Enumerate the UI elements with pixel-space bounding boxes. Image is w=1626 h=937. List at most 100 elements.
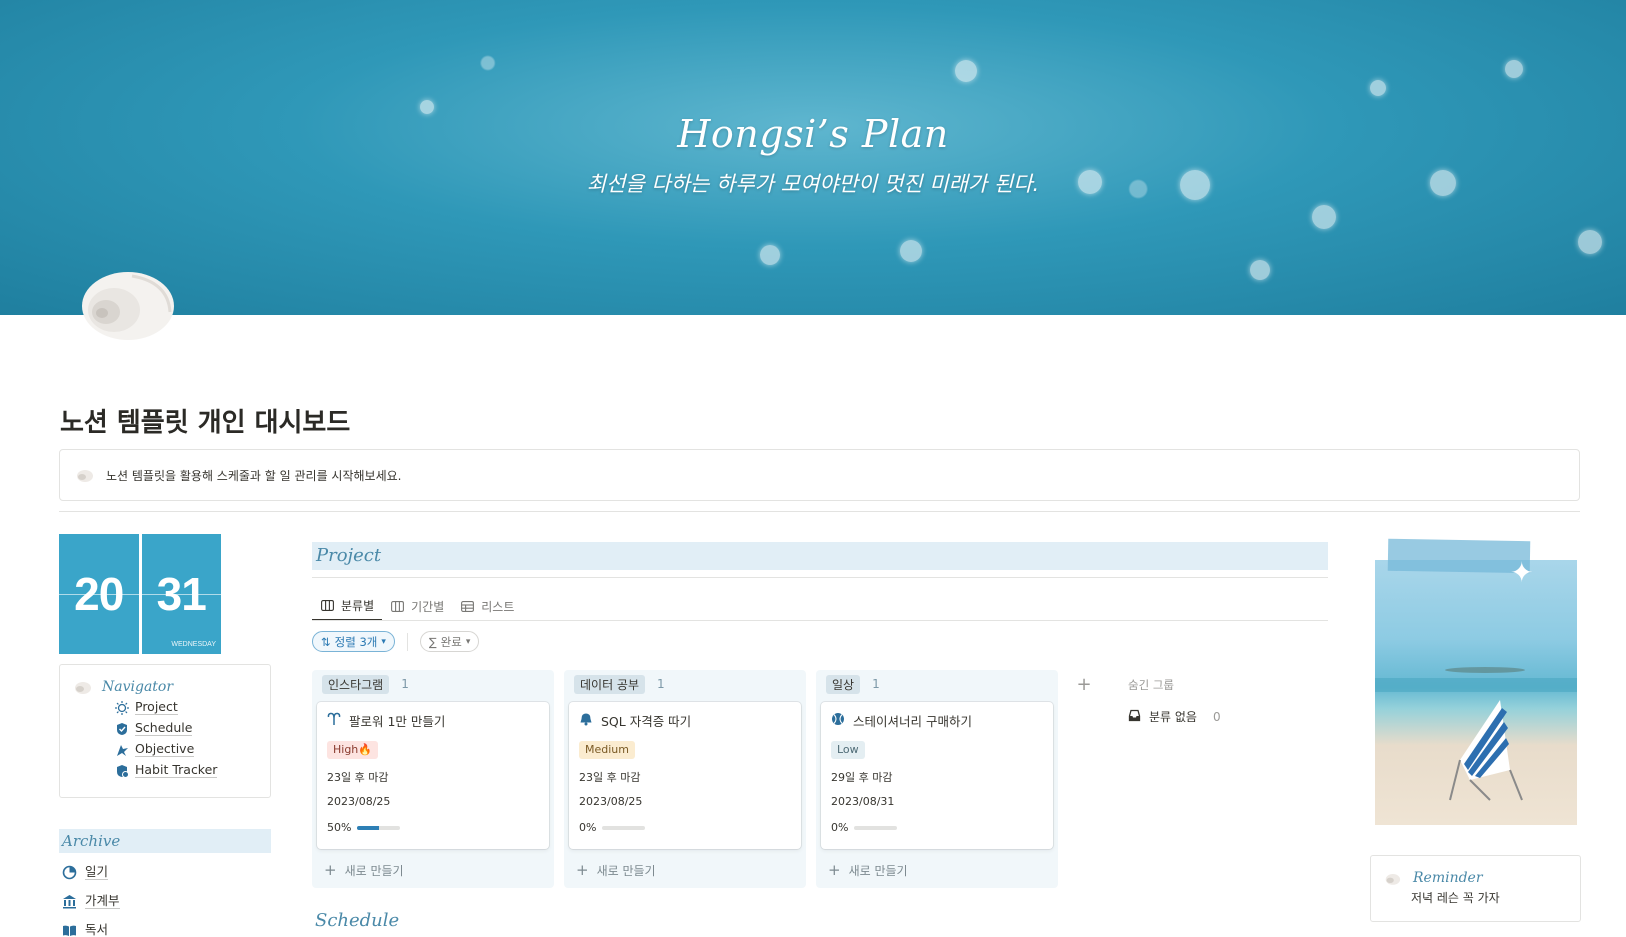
project-card[interactable]: 팔로워 1만 만들기 High🔥 23일 후 마감 2023/08/25 50% xyxy=(317,702,549,849)
column-count: 1 xyxy=(657,677,665,691)
priority-badge: Medium xyxy=(579,741,635,759)
project-heading: Project xyxy=(312,542,1328,570)
archive-item-ledger[interactable]: 가계부 xyxy=(62,887,120,916)
progress-bar xyxy=(602,825,646,830)
clock-day: WEDNESDAY xyxy=(171,641,216,648)
add-group-button[interactable]: + xyxy=(1071,672,1097,698)
tab-list[interactable]: 리스트 xyxy=(452,591,522,621)
ball-icon xyxy=(831,712,845,729)
hidden-groups-label: 숨긴 그룹 xyxy=(1128,678,1174,692)
new-card-button[interactable]: + 새로 만들기 xyxy=(312,861,554,879)
nav-label: Habit Tracker xyxy=(135,762,218,778)
clock-hour: 20 xyxy=(59,534,139,654)
new-card-button[interactable]: + 새로 만들기 xyxy=(564,861,806,879)
clock-minute-text: 31 xyxy=(156,568,207,620)
tab-by-category[interactable]: 분류별 xyxy=(312,591,383,621)
clock-widget[interactable]: 20 31 WEDNESDAY xyxy=(59,534,221,654)
progress-row: 0% xyxy=(579,821,791,834)
reminder-callout: Reminder 저녁 레슨 꼭 가자 xyxy=(1370,855,1581,922)
cover-subtitle: 최선을 다하는 하루가 모여야만이 멋진 미래가 된다. xyxy=(586,172,1040,196)
priority-badge: Low xyxy=(831,741,865,759)
bokeh xyxy=(1370,80,1386,96)
washi-tape xyxy=(1387,538,1531,574)
nav-label: Project xyxy=(135,699,178,715)
schedule-heading: Schedule xyxy=(315,910,400,931)
clock-hour-text: 20 xyxy=(74,568,124,620)
card-title: SQL 자격증 따기 xyxy=(601,714,692,729)
page-title: 노션 템플릿 개인 대시보드 xyxy=(60,408,351,438)
bokeh xyxy=(1250,260,1270,280)
aries-icon xyxy=(327,712,341,729)
divider xyxy=(406,632,408,651)
beach-photo xyxy=(1375,560,1577,825)
column-tag[interactable]: 일상 xyxy=(826,674,861,694)
sort-icon: ⇅ xyxy=(321,634,331,649)
board-icon xyxy=(320,598,335,613)
sort-button[interactable]: ⇅ 정렬 3개 ▾ xyxy=(312,631,395,652)
filter-complete-button[interactable]: ∑ 완료 ▾ xyxy=(419,631,480,652)
project-card[interactable]: 스테이셔너리 구매하기 Low 29일 후 마감 2023/08/31 0% xyxy=(821,702,1053,849)
no-category-count: 0 xyxy=(1212,709,1221,724)
new-label: 새로 만들기 xyxy=(344,863,404,878)
chevron-down-icon: ▾ xyxy=(465,636,471,647)
board-icon xyxy=(390,599,405,614)
nav-item-schedule[interactable]: Schedule xyxy=(114,718,258,739)
project-card[interactable]: SQL 자격증 따기 Medium 23일 후 마감 2023/08/25 0% xyxy=(569,702,801,849)
column-count: 1 xyxy=(401,677,409,691)
progress-fill xyxy=(357,825,379,830)
bokeh xyxy=(955,60,977,82)
sigma-icon: ∑ xyxy=(428,634,437,649)
archive-item-diary[interactable]: 일기 xyxy=(62,858,120,887)
tab-by-period[interactable]: 기간별 xyxy=(382,591,452,621)
progress-row: 0% xyxy=(831,821,1043,834)
shell-icon xyxy=(1385,873,1401,885)
bokeh xyxy=(900,240,922,262)
divider xyxy=(312,620,1328,621)
sun-gear-icon xyxy=(114,700,129,715)
cover-title: Hongsi’s Plan xyxy=(677,112,949,156)
hidden-group-no-category[interactable]: 분류 없음 0 xyxy=(1128,708,1221,725)
nav-label: Schedule xyxy=(135,720,193,736)
bank-icon xyxy=(62,894,77,909)
new-card-button[interactable]: + 새로 만들기 xyxy=(816,861,1058,879)
plus-icon: + xyxy=(828,861,841,879)
chevron-down-icon: ▾ xyxy=(381,636,386,647)
divider xyxy=(312,577,1328,578)
nav-item-objective[interactable]: Objective xyxy=(114,739,258,760)
archive-label: 독서 xyxy=(85,922,109,937)
divider xyxy=(59,511,1580,512)
calendar-check-icon xyxy=(114,721,129,736)
navigator-title: Navigator xyxy=(102,679,174,695)
date-text: 2023/08/25 xyxy=(327,795,391,808)
column-tag[interactable]: 인스타그램 xyxy=(322,674,390,694)
archive-heading: Archive xyxy=(59,829,271,853)
archive-label: 가계부 xyxy=(85,893,120,909)
bell-icon xyxy=(579,712,593,729)
progress-text: 0% xyxy=(579,821,597,834)
deadline-text: 23일 후 마감 xyxy=(327,771,389,784)
progress-row: 50% xyxy=(327,821,539,834)
progress-bar xyxy=(854,825,898,830)
progress-text: 0% xyxy=(831,821,849,834)
nav-item-habit-tracker[interactable]: Habit Tracker xyxy=(114,760,258,781)
bokeh xyxy=(1578,230,1602,254)
deadline-text: 29일 후 마감 xyxy=(831,771,893,784)
book-icon xyxy=(62,923,77,937)
shell-icon[interactable] xyxy=(72,262,178,342)
archive-list: 일기 가계부 독서 xyxy=(62,858,120,937)
board-column-data-study: 데이터 공부 1 SQL 자격증 따기 Medium 23일 후 마감 2023… xyxy=(564,670,806,888)
nav-item-project[interactable]: Project xyxy=(114,697,258,718)
cover-image: Hongsi’s Plan 최선을 다하는 하루가 모여야만이 멋진 미래가 된… xyxy=(0,0,1626,315)
column-tag[interactable]: 데이터 공부 xyxy=(574,674,646,694)
card-title: 스테이셔너리 구매하기 xyxy=(853,714,972,729)
card-title: 팔로워 1만 만들기 xyxy=(349,714,446,729)
tab-label: 분류별 xyxy=(341,598,375,613)
filter-bar: ⇅ 정렬 3개 ▾ ∑ 완료 ▾ xyxy=(312,631,480,652)
deadline-text: 23일 후 마감 xyxy=(579,771,641,784)
navigator-callout: Navigator Project Schedule Objective Hab… xyxy=(59,664,271,798)
board-column-instagram: 인스타그램 1 팔로워 1만 만들기 High🔥 23일 후 마감 2023/0… xyxy=(312,670,554,888)
archive-item-reading[interactable]: 독서 xyxy=(62,916,120,937)
reminder-title: Reminder xyxy=(1413,870,1483,886)
board-column-daily: 일상 1 스테이셔너리 구매하기 Low 29일 후 마감 2023/08/31… xyxy=(816,670,1058,888)
intro-callout: 노션 템플릿을 활용해 스케줄과 할 일 관리를 시작해보세요. xyxy=(59,449,1580,501)
